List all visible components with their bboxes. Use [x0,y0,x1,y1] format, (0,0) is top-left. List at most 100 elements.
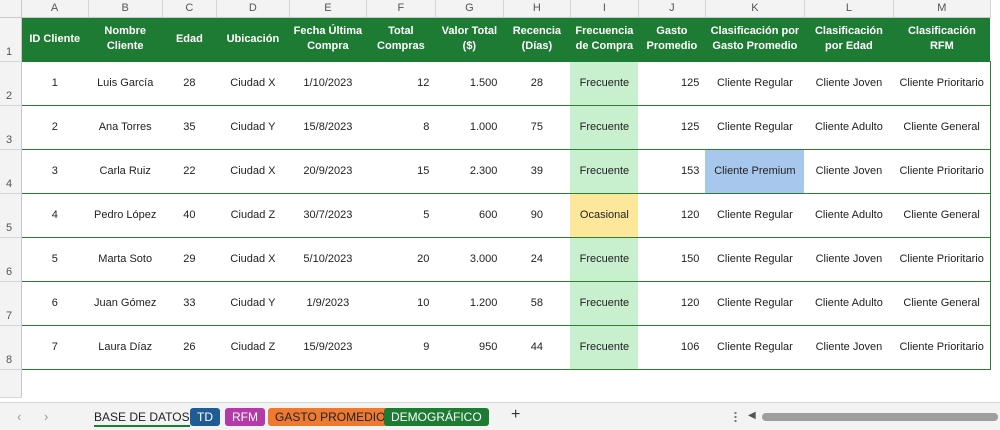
header-cell-total-compras[interactable]: Total Compras [366,17,436,62]
cell-valor-total[interactable]: 1.200 [435,281,504,326]
cell-gasto[interactable]: 120 [638,193,706,238]
row-number[interactable]: 6 [0,237,22,282]
cell-ubicacion[interactable]: Ciudad Y [216,281,290,326]
select-all-corner[interactable] [0,0,22,18]
cell-recencia[interactable]: 28 [503,61,571,106]
tab-gasto-promedio[interactable]: GASTO PROMEDIO [268,408,393,426]
cell-recencia[interactable]: 75 [503,105,571,150]
col-header-m[interactable]: M [893,0,991,18]
cell-clas-gasto[interactable]: Cliente Regular [705,325,805,370]
cell-clas-edad[interactable]: Cliente Joven [804,237,894,282]
cell-recencia[interactable]: 58 [503,281,571,326]
cell-clas-edad[interactable]: Cliente Joven [804,325,894,370]
header-cell-frecuencia[interactable]: Frecuencia de Compra [570,17,639,62]
col-header-l[interactable]: L [804,0,894,18]
cell-frecuencia[interactable]: Frecuente [570,237,639,282]
cell-clas-edad[interactable]: Cliente Adulto [804,281,894,326]
cell-clas-edad[interactable]: Cliente Adulto [804,193,894,238]
cell-id[interactable]: 1 [21,61,88,106]
cell-gasto[interactable]: 120 [638,281,706,326]
cell-gasto[interactable]: 125 [638,105,706,150]
cell-frecuencia[interactable]: Frecuente [570,325,639,370]
cell-clas-rfm[interactable]: Cliente General [893,193,991,238]
cell-total-compras[interactable]: 8 [366,105,436,150]
horizontal-scrollbar-thumb[interactable] [762,413,998,421]
cell-clas-gasto[interactable]: Cliente Regular [705,281,805,326]
cell-frecuencia[interactable]: Frecuente [570,61,639,106]
tab-rfm[interactable]: RFM [225,408,265,426]
resize-handle-icon[interactable] [734,411,737,423]
col-header-c[interactable]: C [162,0,217,18]
cell-total-compras[interactable]: 5 [366,193,436,238]
cell-valor-total[interactable]: 1.000 [435,105,504,150]
row-number[interactable] [0,369,22,398]
cell-fecha[interactable]: 15/9/2023 [289,325,367,370]
header-cell-clas-rfm[interactable]: Clasificación RFM [893,17,991,62]
empty-cells[interactable] [21,369,990,397]
row-number[interactable]: 2 [0,61,22,106]
row-number[interactable]: 7 [0,281,22,326]
cell-recencia[interactable]: 44 [503,325,571,370]
cell-edad[interactable]: 28 [162,61,217,106]
cell-recencia[interactable]: 24 [503,237,571,282]
cell-total-compras[interactable]: 20 [366,237,436,282]
cell-total-compras[interactable]: 15 [366,149,436,194]
col-header-b[interactable]: B [88,0,163,18]
prev-sheet-arrow-icon[interactable]: ‹ [17,409,21,424]
cell-clas-gasto[interactable]: Cliente Regular [705,105,805,150]
cell-valor-total[interactable]: 2.300 [435,149,504,194]
cell-clas-edad[interactable]: Cliente Adulto [804,105,894,150]
cell-recencia[interactable]: 90 [503,193,571,238]
cell-gasto[interactable]: 125 [638,61,706,106]
cell-nombre[interactable]: Marta Soto [88,237,163,282]
scroll-left-arrow-icon[interactable]: ◀ [748,410,756,421]
cell-frecuencia[interactable]: Ocasional [570,193,639,238]
cell-nombre[interactable]: Pedro López [88,193,163,238]
header-cell-clas-edad[interactable]: Clasificación por Edad [804,17,894,62]
cell-id[interactable]: 4 [21,193,88,238]
cell-fecha[interactable]: 5/10/2023 [289,237,367,282]
row-number[interactable]: 1 [0,17,22,62]
cell-nombre[interactable]: Laura Díaz [88,325,163,370]
cell-id[interactable]: 6 [21,281,88,326]
cell-clas-rfm[interactable]: Cliente Prioritario [893,149,991,194]
cell-clas-rfm[interactable]: Cliente Prioritario [893,61,991,106]
col-header-j[interactable]: J [638,0,706,18]
cell-id[interactable]: 5 [21,237,88,282]
header-cell-clas-gasto[interactable]: Clasificación por Gasto Promedio [705,17,805,62]
tab-td[interactable]: TD [190,408,220,426]
cell-valor-total[interactable]: 950 [435,325,504,370]
cell-edad[interactable]: 29 [162,237,217,282]
cell-clas-rfm[interactable]: Cliente General [893,281,991,326]
cell-clas-rfm[interactable]: Cliente Prioritario [893,325,991,370]
cell-fecha[interactable]: 1/10/2023 [289,61,367,106]
cell-clas-rfm[interactable]: Cliente General [893,105,991,150]
cell-clas-gasto[interactable]: Cliente Regular [705,61,805,106]
row-number[interactable]: 4 [0,149,22,194]
col-header-f[interactable]: F [366,0,436,18]
header-cell-valor-total[interactable]: Valor Total ($) [435,17,504,62]
cell-clas-gasto[interactable]: Cliente Regular [705,237,805,282]
cell-nombre[interactable]: Carla Ruiz [88,149,163,194]
cell-ubicacion[interactable]: Ciudad X [216,149,290,194]
header-cell-recencia[interactable]: Recencia (Días) [503,17,571,62]
cell-ubicacion[interactable]: Ciudad Z [216,325,290,370]
row-number[interactable]: 3 [0,105,22,150]
row-number[interactable]: 8 [0,325,22,370]
cell-nombre[interactable]: Ana Torres [88,105,163,150]
col-header-e[interactable]: E [289,0,367,18]
cell-id[interactable]: 3 [21,149,88,194]
horizontal-scrollbar[interactable] [762,413,998,421]
cell-edad[interactable]: 33 [162,281,217,326]
cell-gasto[interactable]: 150 [638,237,706,282]
spreadsheet-grid[interactable]: A B C D E F G H I J K L M 1 ID Cliente N… [0,0,1000,402]
cell-nombre[interactable]: Luis García [88,61,163,106]
header-cell-ubicacion[interactable]: Ubicación [216,17,290,62]
cell-frecuencia[interactable]: Frecuente [570,105,639,150]
cell-nombre[interactable]: Juan Gómez [88,281,163,326]
cell-fecha[interactable]: 1/9/2023 [289,281,367,326]
tab-demografico[interactable]: DEMOGRÁFICO [384,408,489,426]
row-number[interactable]: 5 [0,193,22,238]
header-cell-id[interactable]: ID Cliente [21,17,88,62]
header-cell-fecha[interactable]: Fecha Última Compra [289,17,367,62]
